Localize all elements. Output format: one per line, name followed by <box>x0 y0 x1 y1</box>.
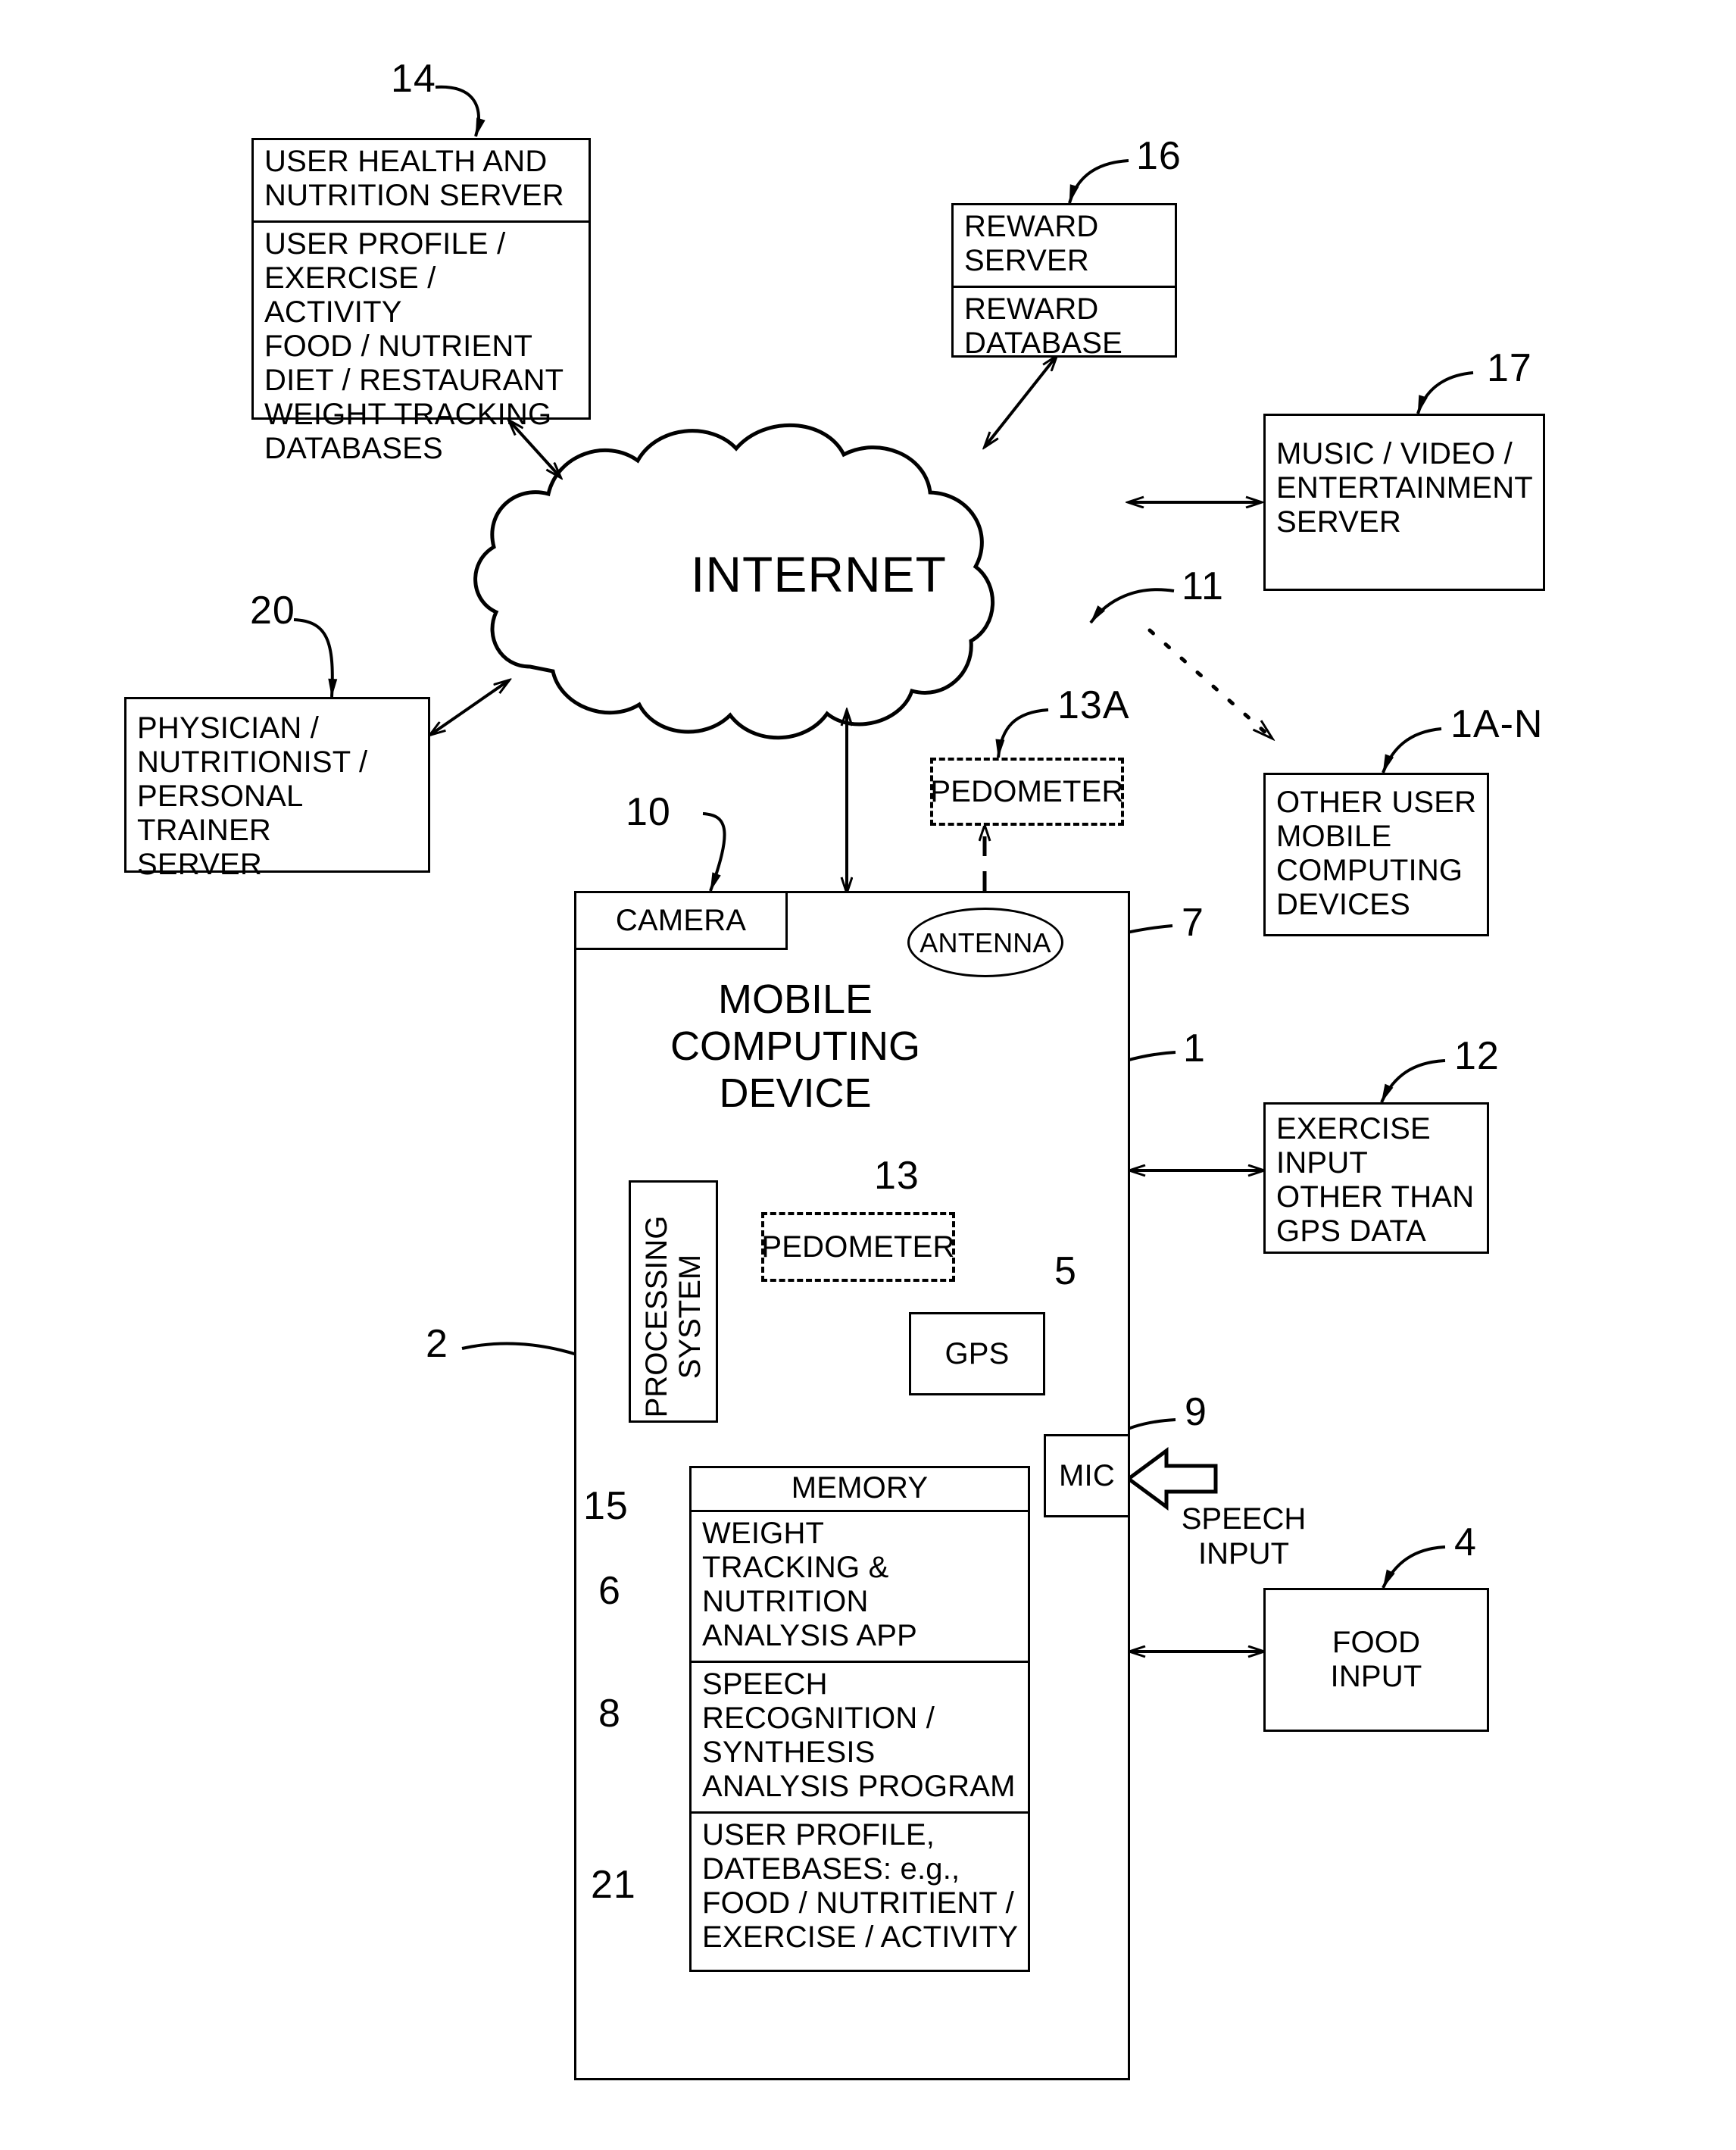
physician-server-label: PHYSICIAN / NUTRITIONIST / PERSONAL TRAI… <box>137 711 368 881</box>
internal-pedometer-label: PEDOMETER <box>761 1230 955 1264</box>
physician-nutritionist-trainer-server-box: PHYSICIAN / NUTRITIONIST / PERSONAL TRAI… <box>124 697 430 881</box>
gps-label: GPS <box>944 1336 1010 1370</box>
external-pedometer-box: PEDOMETER <box>930 758 1124 826</box>
food-input-box: FOOD INPUT <box>1263 1588 1489 1732</box>
speech-input-arrow <box>1125 1447 1218 1511</box>
internal-pedometer-box: PEDOMETER <box>761 1212 955 1282</box>
other-devices-label: OTHER USER MOBILE COMPUTING DEVICES <box>1276 786 1477 921</box>
other-user-mobile-devices-box: OTHER USER MOBILE COMPUTING DEVICES <box>1263 773 1489 936</box>
ref-20: 20 <box>250 589 295 633</box>
exercise-input-label: EXERCISE INPUT OTHER THAN GPS DATA <box>1276 1112 1475 1248</box>
ref-13: 13 <box>874 1154 920 1198</box>
ref-8: 8 <box>598 1692 621 1736</box>
antenna-label: ANTENNA <box>920 927 1051 958</box>
speech-input-label: SPEECH INPUT <box>1181 1502 1307 1570</box>
ref-17: 17 <box>1487 346 1532 390</box>
internet-label: INTERNET <box>691 546 947 602</box>
ref-11: 11 <box>1182 564 1224 608</box>
health-server-databases: USER PROFILE / EXERCISE / ACTIVITY FOOD … <box>254 220 589 473</box>
user-health-nutrition-server-box: USER HEALTH AND NUTRITION SERVER USER PR… <box>251 138 591 465</box>
memory-item-app: WEIGHT TRACKING & NUTRITION ANALYSIS APP <box>692 1510 1028 1661</box>
ref-7: 7 <box>1182 901 1204 945</box>
camera-box: CAMERA <box>574 891 788 950</box>
memory-item-speech: SPEECH RECOGNITION / SYNTHESIS ANALYSIS … <box>692 1661 1028 1811</box>
memory-box: MEMORY WEIGHT TRACKING & NUTRITION ANALY… <box>689 1466 1030 1972</box>
ref-1a-n: 1A-N <box>1450 702 1544 746</box>
camera-label: CAMERA <box>615 903 747 937</box>
patent-figure: INTERNET USER HEALTH AND NUTRITION SERVE… <box>0 0 1736 2150</box>
ref-6: 6 <box>598 1569 621 1613</box>
ref-14: 14 <box>391 57 436 101</box>
memory-header: MEMORY <box>791 1471 929 1505</box>
ref-9: 9 <box>1185 1390 1207 1434</box>
food-input-label: FOOD INPUT <box>1330 1626 1422 1693</box>
ref-15: 15 <box>583 1484 629 1528</box>
antenna-ellipse: ANTENNA <box>907 908 1063 977</box>
exercise-input-box: EXERCISE INPUT OTHER THAN GPS DATA <box>1263 1102 1489 1254</box>
ref-16: 16 <box>1136 134 1182 178</box>
ref-10: 10 <box>626 790 671 834</box>
reward-database: REWARD DATABASE <box>954 286 1175 368</box>
reward-server-box: REWARD SERVER REWARD DATABASE <box>951 203 1177 360</box>
mic-label: MIC <box>1059 1458 1115 1492</box>
ref-2: 2 <box>426 1322 448 1366</box>
gps-box: GPS <box>909 1312 1045 1395</box>
external-pedometer-label: PEDOMETER <box>930 774 1124 808</box>
media-entertainment-server-box: MUSIC / VIDEO / ENTERTAINMENT SERVER <box>1263 414 1545 591</box>
health-server-header: USER HEALTH AND NUTRITION SERVER <box>264 145 564 212</box>
ref-5: 5 <box>1054 1249 1077 1293</box>
ref-4: 4 <box>1454 1520 1477 1564</box>
ref-12: 12 <box>1454 1034 1500 1078</box>
device-title: MOBILE COMPUTING DEVICE <box>670 977 920 1116</box>
ref-1: 1 <box>1183 1027 1206 1070</box>
mic-box: MIC <box>1044 1434 1130 1517</box>
ref-21: 21 <box>591 1863 636 1907</box>
ref-13a: 13A <box>1057 683 1130 727</box>
memory-item-profile: USER PROFILE, DATEBASES: e.g., FOOD / NU… <box>692 1811 1028 1962</box>
media-server-label: MUSIC / VIDEO / ENTERTAINMENT SERVER <box>1276 437 1533 539</box>
processing-system-label: PROCESSING SYSTEM <box>640 1215 707 1418</box>
reward-server-header: REWARD SERVER <box>964 210 1099 277</box>
